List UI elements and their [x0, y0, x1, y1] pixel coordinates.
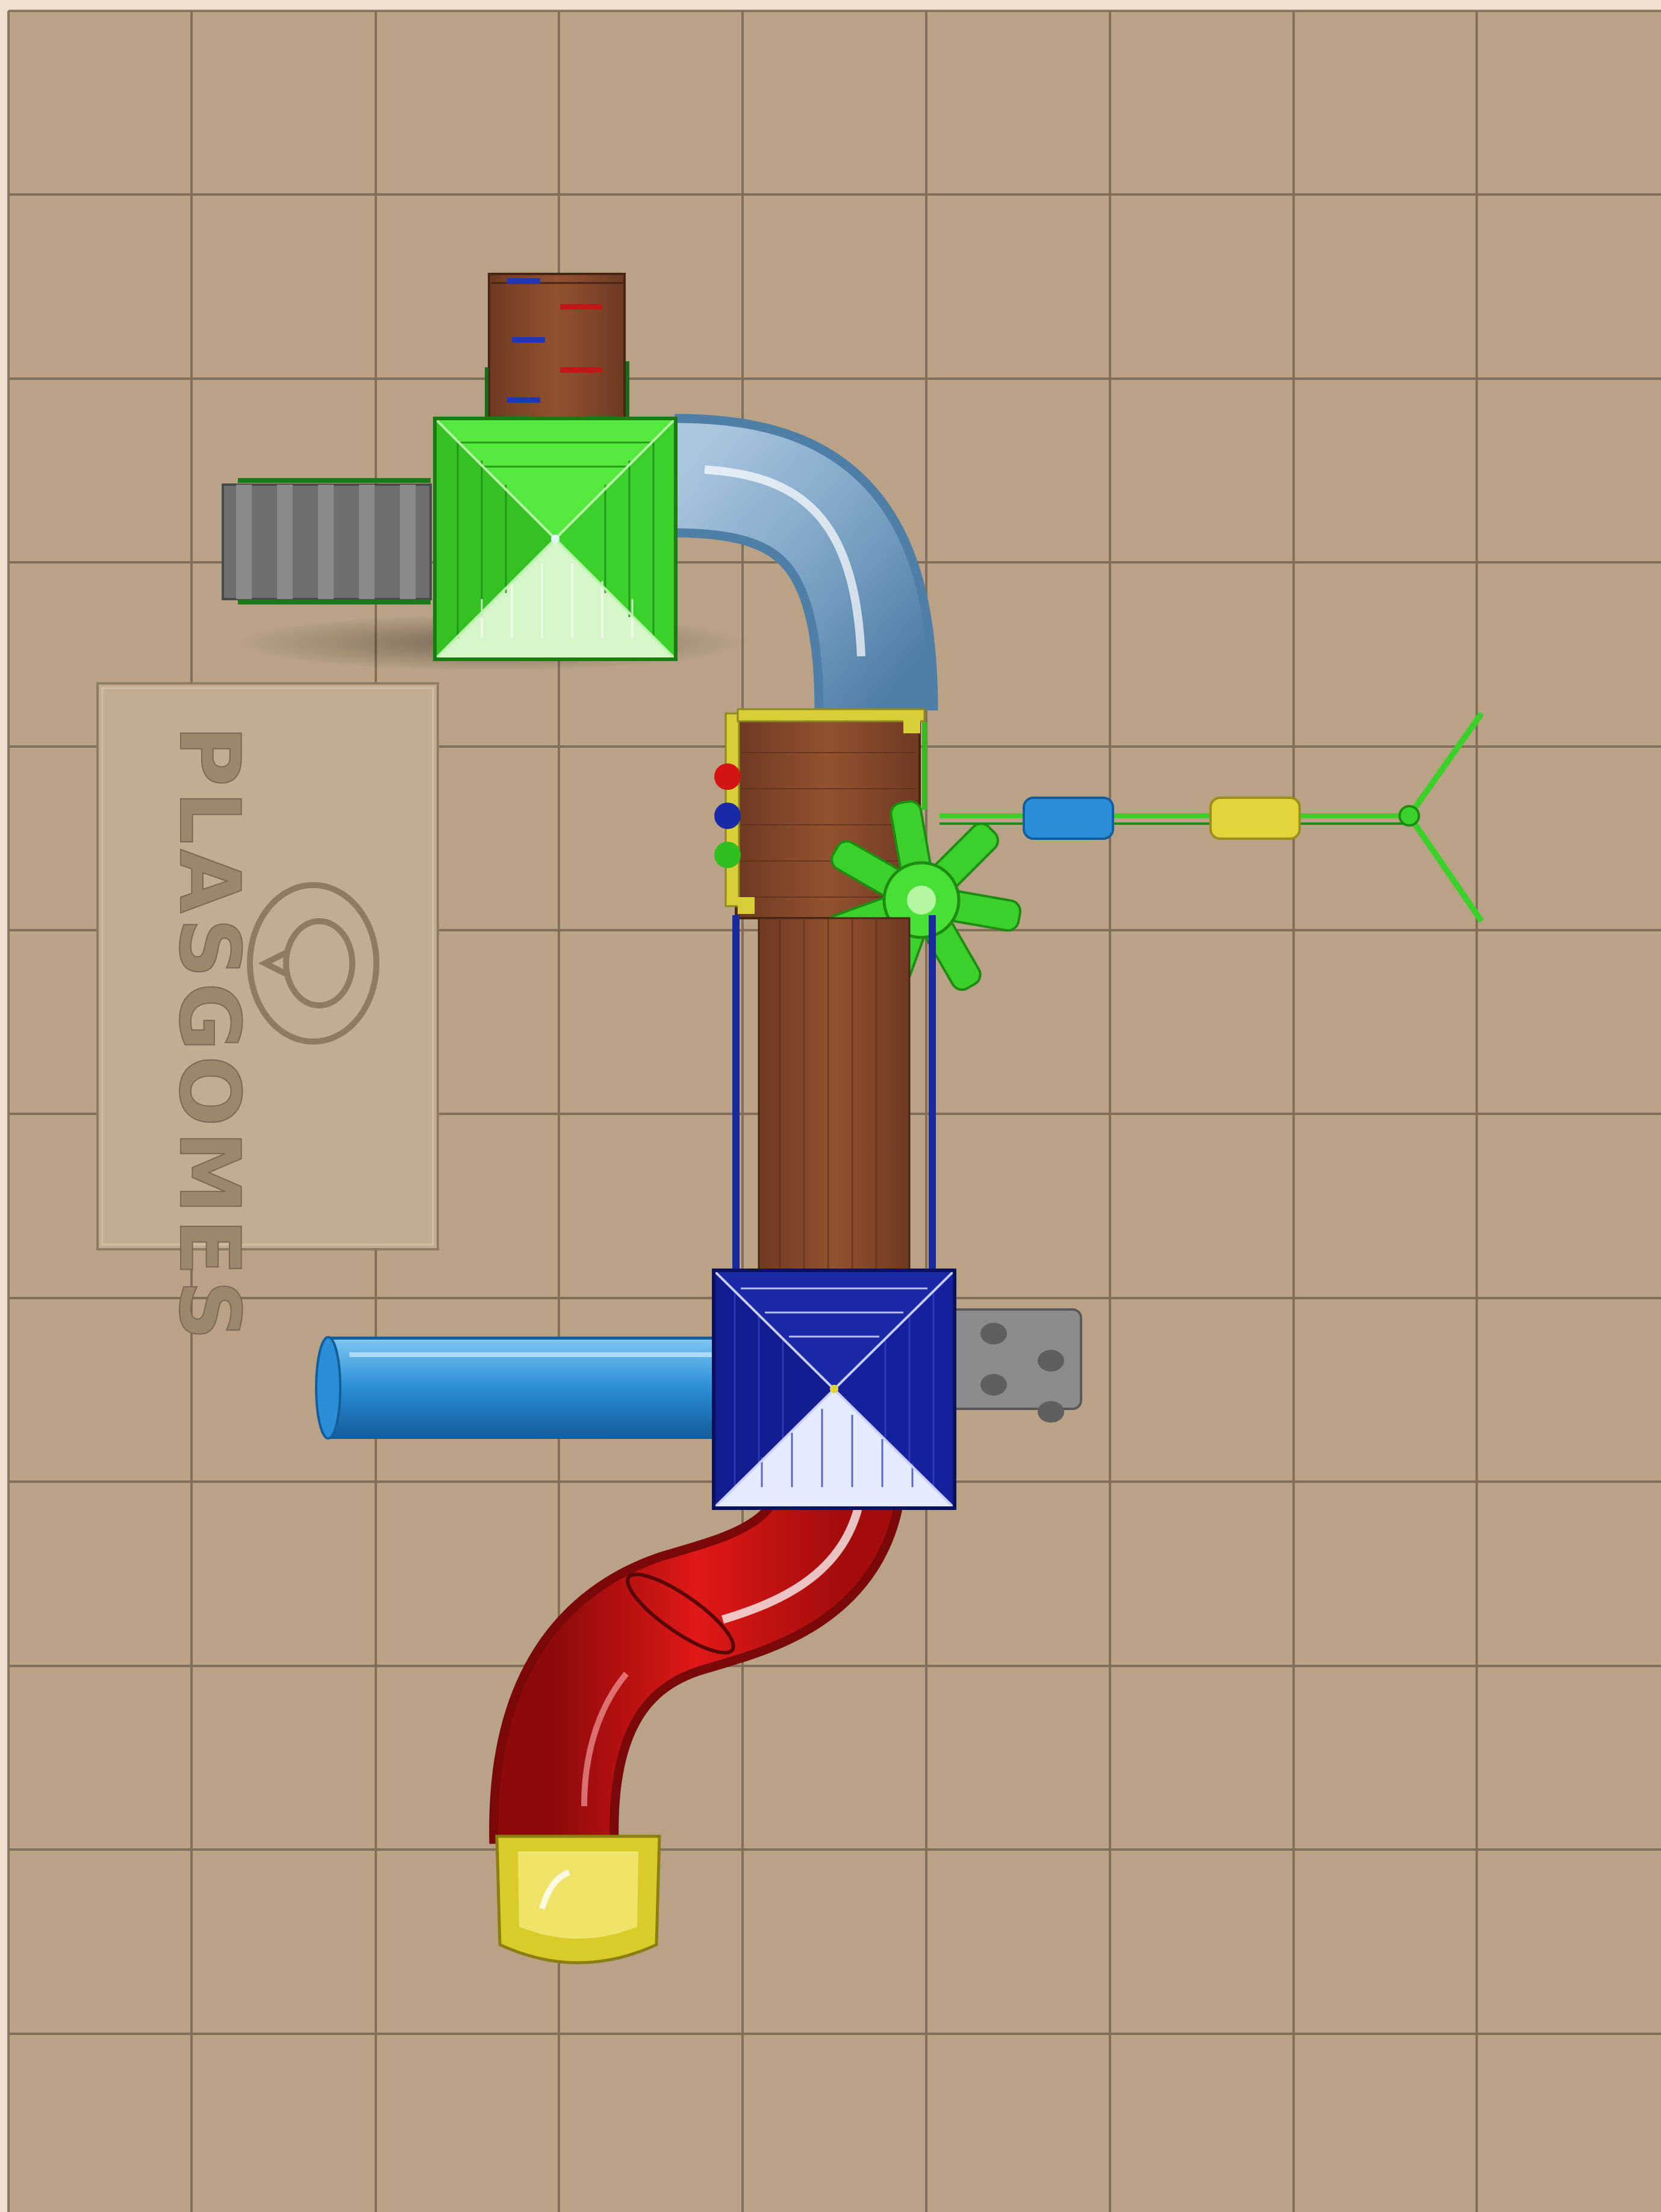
wooden-walkway [732, 915, 936, 1281]
logo-panel: PLASGOMES [96, 682, 439, 1346]
straight-tube-slide [315, 1336, 723, 1440]
blue-roof [712, 1269, 956, 1510]
playground-scene: PLASGOMES [0, 0, 1661, 2212]
grey-stairs [222, 478, 432, 604]
climbing-wall [485, 273, 629, 420]
logo-brand-text: PLASGOMES [161, 725, 258, 1345]
slide-exit [495, 1835, 661, 1965]
green-roof [433, 417, 678, 661]
tic-tac-toe-panel [714, 763, 741, 868]
